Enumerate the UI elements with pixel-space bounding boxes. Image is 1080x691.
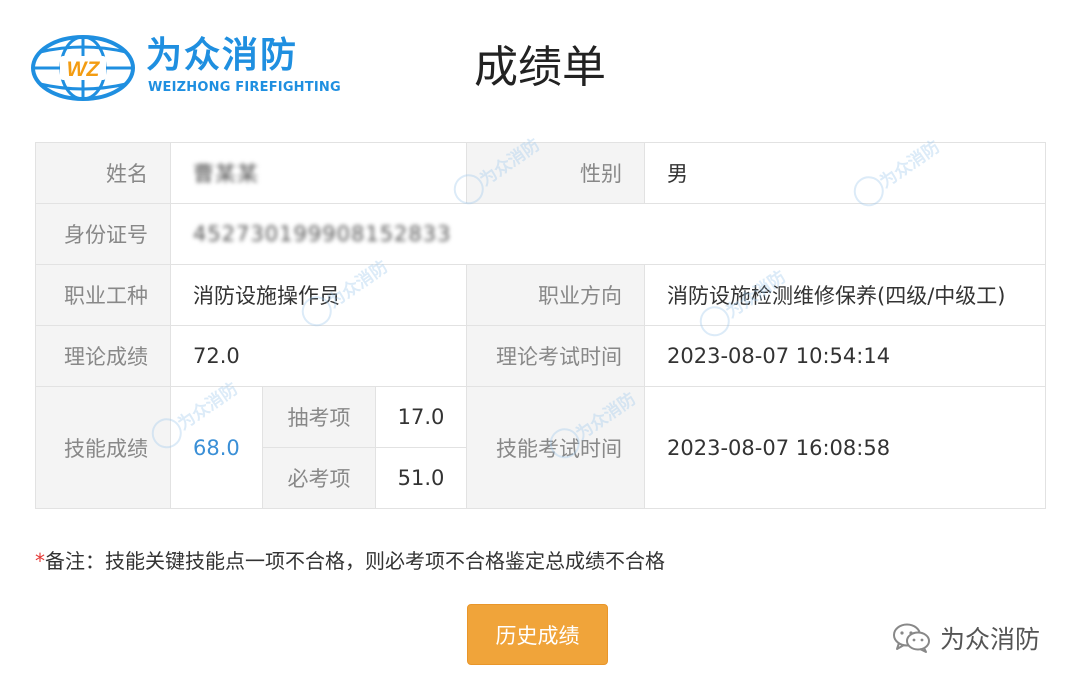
brand-logo: WZ 为众消防 WEIZHONG FIREFIGHTING [30, 32, 341, 104]
required-star: * [35, 549, 45, 573]
footer-brand: 为众消防 [892, 618, 1040, 658]
id-value: 452730199908152833 [169, 203, 1047, 265]
theory-time-value: 2023-08-07 10:54:14 [644, 325, 1047, 387]
name-label: 姓名 [35, 142, 171, 204]
theory-score-value: 72.0 [169, 325, 468, 387]
remark-text: 备注：技能关键技能点一项不合格，则必考项不合格鉴定总成绩不合格 [45, 549, 665, 573]
gender-label: 性别 [466, 142, 646, 204]
history-scores-button[interactable]: 历史成绩 [467, 604, 608, 665]
table-row: 理论成绩 72.0 理论考试时间 2023-08-07 10:54:14 [35, 325, 1047, 387]
theory-time-label: 理论考试时间 [466, 325, 646, 387]
direction-label: 职业方向 [466, 264, 646, 326]
remark-note: *备注：技能关键技能点一项不合格，则必考项不合格鉴定总成绩不合格 [35, 545, 665, 574]
required-item-label: 必考项 [262, 447, 376, 509]
wechat-icon [893, 623, 930, 653]
theory-score-label: 理论成绩 [35, 325, 171, 387]
table-row: 姓名 曹某某 性别 男 [35, 142, 1047, 204]
logo-english-name: WEIZHONG FIREFIGHTING [148, 80, 341, 95]
transcript-table: 姓名 曹某某 性别 男 身份证号 452730199908152833 职业工种… [35, 142, 1047, 509]
skill-score-label: 技能成绩 [35, 386, 171, 509]
name-value-text: 曹某某 [193, 162, 259, 186]
required-item-value: 51.0 [374, 447, 468, 509]
skill-score-value[interactable]: 68.0 [170, 386, 263, 509]
skill-time-label: 技能考试时间 [466, 386, 646, 509]
page-title: 成绩单 [474, 42, 606, 93]
random-item-value: 17.0 [374, 386, 468, 448]
id-value-text: 452730199908152833 [193, 222, 452, 246]
id-label: 身份证号 [35, 203, 171, 265]
table-row: 职业工种 消防设施操作员 职业方向 消防设施检测维修保养(四级/中级工) [35, 264, 1047, 326]
logo-chinese-name: 为众消防 [146, 35, 299, 76]
globe-logo-icon: WZ [31, 35, 135, 101]
skill-time-value: 2023-08-07 16:08:58 [644, 386, 1047, 509]
skill-score-link[interactable]: 68.0 [193, 436, 240, 460]
footer-brand-name: 为众消防 [940, 625, 1041, 654]
table-row: 技能成绩 68.0 抽考项 17.0 技能考试时间 2023-08-07 16:… [35, 386, 1047, 509]
occupation-value: 消防设施操作员 [169, 264, 468, 326]
random-item-label: 抽考项 [262, 386, 376, 448]
direction-value: 消防设施检测维修保养(四级/中级工) [644, 264, 1047, 326]
occupation-label: 职业工种 [35, 264, 171, 326]
gender-value: 男 [644, 142, 1047, 204]
logo-badge-text: WZ [67, 58, 101, 81]
page-header: WZ 为众消防 WEIZHONG FIREFIGHTING 成绩单 [0, 0, 1080, 130]
name-value: 曹某某 [169, 142, 468, 204]
table-row: 身份证号 452730199908152833 [35, 203, 1047, 265]
